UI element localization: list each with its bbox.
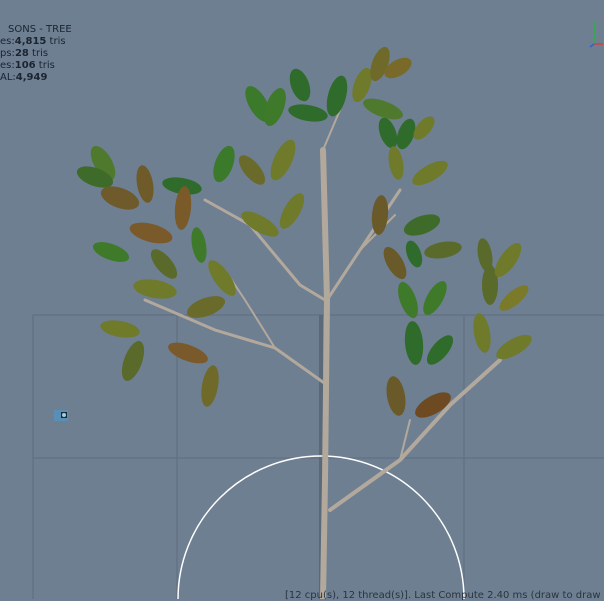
stats-value: 4,949 — [15, 72, 48, 83]
stats-unit: tris — [28, 48, 49, 59]
stats-label: es: — [0, 60, 15, 71]
stats-row: es:4,815 tris — [0, 36, 72, 48]
ground-grid — [32, 314, 604, 599]
stats-unit: tris — [46, 36, 66, 47]
scene-stats-overlay: SONS - TREE es:4,815 tris ps:28 tris es:… — [0, 24, 72, 84]
scene-canvas[interactable] — [0, 0, 604, 599]
stats-unit: tris — [35, 60, 55, 71]
tree-leaves — [76, 46, 532, 418]
status-bar-text: [12 cpu(s), 12 thread(s)]. Last Compute … — [285, 590, 601, 601]
stats-label: AL: — [0, 72, 16, 83]
stats-value: 28 — [14, 48, 29, 59]
stats-label: ps: — [0, 48, 15, 59]
camera-icon[interactable] — [54, 408, 70, 422]
stats-value: 4,815 — [14, 36, 47, 47]
3d-viewport[interactable]: SONS - TREE es:4,815 tris ps:28 tris es:… — [0, 0, 604, 601]
axis-gizmo-icon[interactable] — [588, 18, 604, 48]
stats-value: 106 — [14, 60, 36, 71]
stats-row: AL:4,949 — [0, 72, 72, 84]
stats-label: es: — [0, 36, 15, 47]
stats-title: SONS - TREE — [8, 24, 72, 35]
stats-row: es:106 tris — [0, 60, 72, 72]
stats-row: ps:28 tris — [0, 48, 72, 60]
